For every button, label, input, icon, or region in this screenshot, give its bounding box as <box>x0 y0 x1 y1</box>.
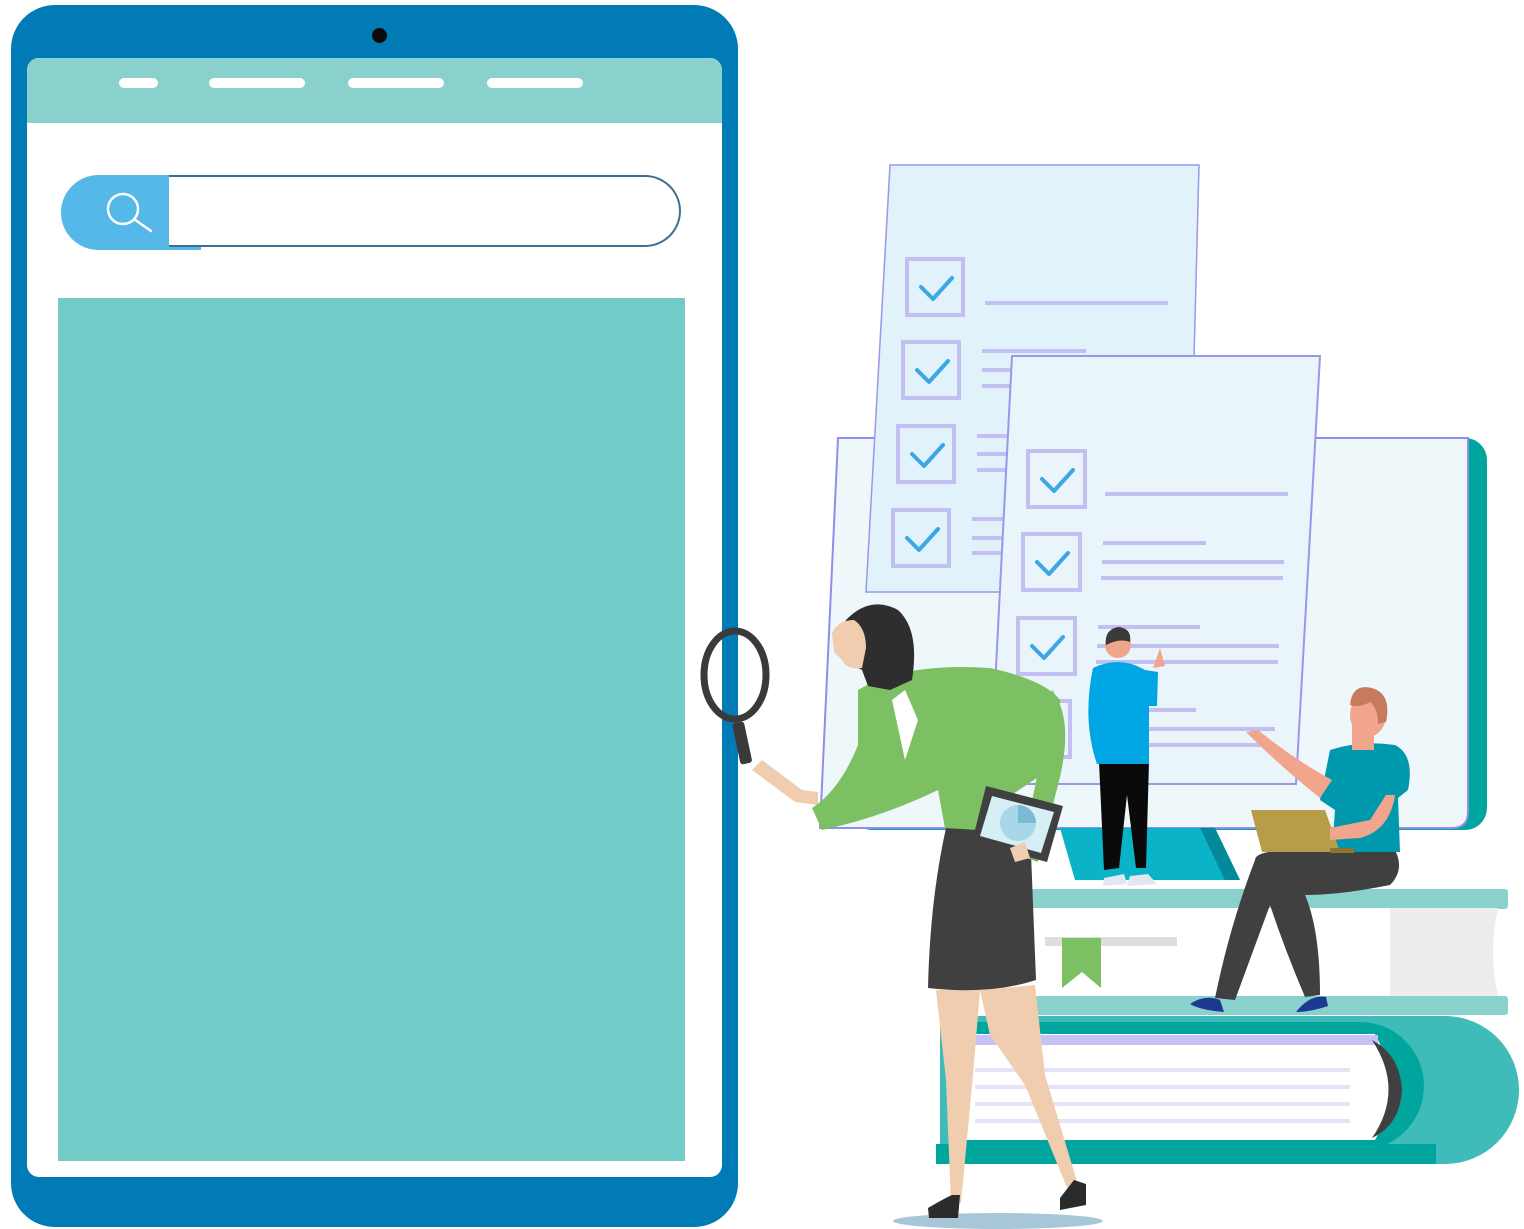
top-nav-bar <box>27 58 722 123</box>
content-panel <box>58 298 685 1161</box>
laptop-icon <box>1251 810 1340 852</box>
nav-item-3[interactable] <box>348 78 444 88</box>
search-input[interactable] <box>169 175 681 247</box>
nav-item-1[interactable] <box>119 78 158 88</box>
nav-item-2[interactable] <box>209 78 305 88</box>
tablet-screen <box>27 58 722 1177</box>
magnifier-icon <box>700 627 770 765</box>
camera-dot <box>372 28 387 43</box>
illustration <box>700 164 1519 1229</box>
nav-item-4[interactable] <box>487 78 583 88</box>
search-bar <box>61 175 684 250</box>
tablet-frame <box>11 5 738 1227</box>
search-icon <box>106 192 153 233</box>
